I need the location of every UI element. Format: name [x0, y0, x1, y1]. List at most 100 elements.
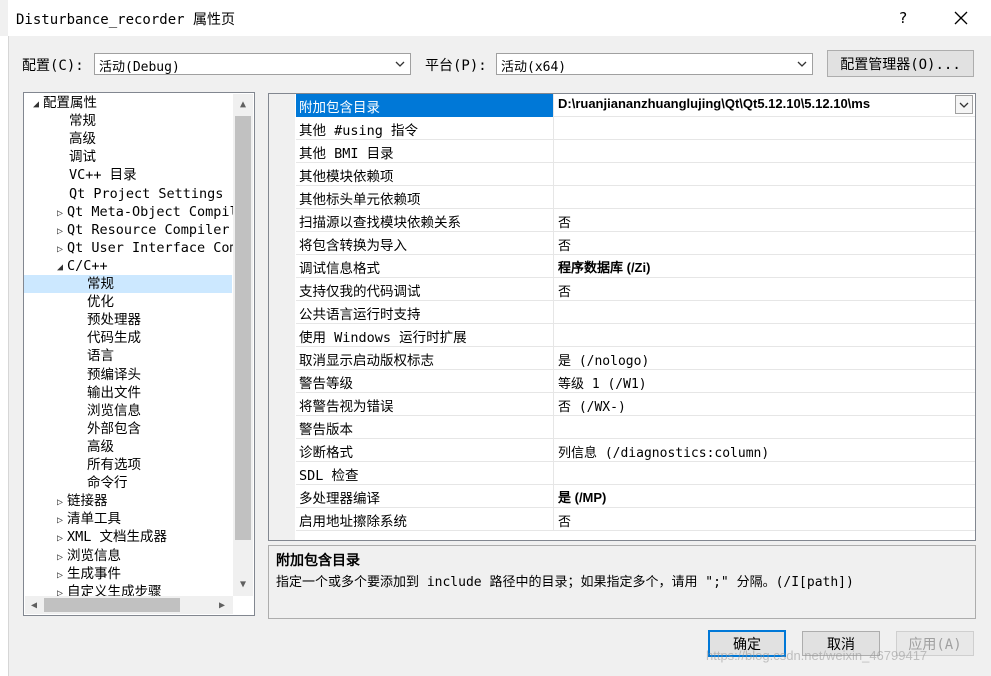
- property-row[interactable]: 其他标头单元依赖项: [296, 186, 975, 209]
- column-divider: [553, 301, 554, 324]
- tree-item[interactable]: 高级: [87, 438, 114, 456]
- property-row[interactable]: 其他 #using 指令: [296, 117, 975, 140]
- property-row[interactable]: 调试信息格式 程序数据库 (/Zi): [296, 255, 975, 278]
- property-row[interactable]: 扫描源以查找模块依赖关系 否: [296, 209, 975, 232]
- property-name: 警告版本: [299, 422, 353, 438]
- property-name: 其他模块依赖项: [299, 169, 394, 185]
- window-title: Disturbance_recorder 属性页: [16, 12, 236, 28]
- tree-item[interactable]: ▷ 清单工具: [53, 510, 121, 528]
- property-name: 将警告视为错误: [299, 399, 394, 415]
- chevron-down-icon: [797, 61, 807, 67]
- property-name: 使用 Windows 运行时扩展: [299, 330, 467, 346]
- value-dropdown-button[interactable]: [955, 95, 973, 114]
- tree-item[interactable]: ▷ XML 文档生成器: [53, 528, 167, 546]
- property-row[interactable]: 启用地址擦除系统 否: [296, 508, 975, 531]
- property-name: 诊断格式: [299, 445, 353, 461]
- column-divider: [553, 416, 554, 439]
- tree-item[interactable]: Qt Project Settings: [69, 185, 223, 203]
- property-row[interactable]: 附加包含目录 D:\ruanjiananzhuanglujing\Qt\Qt5.1…: [296, 94, 975, 117]
- tree-item-label: 高级: [87, 438, 114, 455]
- property-row[interactable]: 公共语言运行时支持: [296, 301, 975, 324]
- tree-item-label: Qt Resource Compiler: [67, 221, 230, 238]
- column-divider: [553, 255, 554, 278]
- tree-item[interactable]: 命令行: [87, 474, 128, 492]
- tree-item[interactable]: 外部包含: [87, 420, 141, 438]
- collapse-arrow-icon[interactable]: ◢: [29, 96, 43, 114]
- tree-item[interactable]: ▷ Qt Meta-Object Compil: [53, 203, 238, 221]
- property-name: 启用地址擦除系统: [299, 514, 407, 530]
- tree-item[interactable]: ▷ 链接器: [53, 492, 108, 510]
- property-name: SDL 检查: [299, 468, 359, 484]
- tree-item[interactable]: VC++ 目录: [69, 166, 137, 184]
- scroll-left-icon[interactable]: ◀: [27, 598, 41, 612]
- tree-item-label: VC++ 目录: [69, 167, 137, 184]
- tree-item[interactable]: 优化: [87, 293, 114, 311]
- configuration-manager-button[interactable]: 配置管理器(O)...: [827, 50, 974, 77]
- tree-item-label: 预处理器: [87, 312, 141, 329]
- tree-item-label: 调试: [69, 149, 96, 166]
- property-row[interactable]: 其他模块依赖项: [296, 163, 975, 186]
- property-value[interactable]: 等级 1 (/W1): [558, 373, 647, 392]
- column-divider: [553, 140, 554, 163]
- tree-item[interactable]: ◢ C/C++: [53, 257, 108, 275]
- property-row[interactable]: 将包含转换为导入 否: [296, 232, 975, 255]
- property-value[interactable]: 否: [558, 511, 571, 530]
- scroll-up-icon[interactable]: ▲: [235, 96, 251, 112]
- description-title: 附加包含目录: [276, 552, 360, 568]
- tree-item-label: 链接器: [67, 493, 108, 510]
- tree-item[interactable]: ▷ Qt User Interface Com: [53, 239, 238, 257]
- property-value[interactable]: 否: [558, 235, 571, 254]
- property-value[interactable]: 是 (/nologo): [558, 350, 649, 369]
- tree-item[interactable]: 所有选项: [87, 456, 141, 474]
- tree-item[interactable]: 浏览信息: [87, 402, 141, 420]
- tree-item[interactable]: ▷ Qt Resource Compiler: [53, 221, 230, 239]
- tree-item[interactable]: ▷ 生成事件: [53, 565, 121, 583]
- tree-item[interactable]: ◢ 配置属性: [29, 94, 97, 112]
- property-value[interactable]: 程序数据库 (/Zi): [558, 257, 650, 276]
- tree-item[interactable]: 预编译头: [87, 366, 141, 384]
- property-value[interactable]: 否: [558, 212, 571, 231]
- tree-vertical-scroll-thumb[interactable]: [235, 116, 251, 540]
- tree-horizontal-scroll-thumb[interactable]: [44, 598, 180, 612]
- property-row[interactable]: 支持仅我的代码调试 否: [296, 278, 975, 301]
- property-row[interactable]: 将警告视为错误 否 (/WX-): [296, 393, 975, 416]
- tree-item[interactable]: 输出文件: [87, 384, 141, 402]
- column-divider: [553, 186, 554, 209]
- close-icon: [954, 11, 968, 25]
- property-row[interactable]: 其他 BMI 目录: [296, 140, 975, 163]
- chevron-down-icon: [959, 102, 969, 108]
- property-value[interactable]: 否 (/WX-): [558, 396, 626, 415]
- column-divider: [553, 393, 554, 416]
- tree-item[interactable]: 常规: [24, 275, 232, 293]
- column-divider: [553, 462, 554, 485]
- close-button[interactable]: [944, 4, 978, 32]
- property-row[interactable]: SDL 检查: [296, 462, 975, 485]
- property-row[interactable]: 诊断格式 列信息 (/diagnostics:column): [296, 439, 975, 462]
- tree-item[interactable]: 调试: [69, 148, 96, 166]
- tree-item[interactable]: 预处理器: [87, 311, 141, 329]
- help-button[interactable]: ?: [890, 6, 916, 30]
- tree-item[interactable]: 常规: [69, 112, 96, 130]
- config-select[interactable]: 活动(Debug): [94, 53, 411, 75]
- scroll-right-icon[interactable]: ▶: [215, 598, 229, 612]
- property-row[interactable]: 警告等级 等级 1 (/W1): [296, 370, 975, 393]
- platform-select[interactable]: 活动(x64): [496, 53, 813, 75]
- property-name: 其他 #using 指令: [299, 123, 419, 139]
- property-value[interactable]: 列信息 (/diagnostics:column): [558, 442, 769, 461]
- property-value[interactable]: 否: [558, 281, 571, 300]
- property-row[interactable]: 多处理器编译 是 (/MP): [296, 485, 975, 508]
- property-row[interactable]: 取消显示启动版权标志 是 (/nologo): [296, 347, 975, 370]
- property-row[interactable]: 警告版本: [296, 416, 975, 439]
- property-tree[interactable]: ◢ 配置属性 常规 高级 调试 VC++ 目录 Qt Project Settings ▷ Qt…: [23, 92, 255, 616]
- property-name: 公共语言运行时支持: [299, 307, 421, 323]
- tree-item[interactable]: 高级: [69, 130, 96, 148]
- tree-item-label: Qt Project Settings: [69, 185, 224, 202]
- tree-item[interactable]: 语言: [87, 347, 114, 365]
- scroll-down-icon[interactable]: ▼: [235, 576, 251, 592]
- tree-item[interactable]: ▷ 浏览信息: [53, 547, 121, 565]
- tree-item[interactable]: 代码生成: [87, 329, 141, 347]
- property-value[interactable]: 是 (/MP): [558, 487, 606, 506]
- property-row[interactable]: 使用 Windows 运行时扩展: [296, 324, 975, 347]
- property-value[interactable]: D:\ruanjiananzhuanglujing\Qt\Qt5.12.10\5…: [558, 96, 870, 111]
- tree-item-label: 代码生成: [87, 330, 141, 347]
